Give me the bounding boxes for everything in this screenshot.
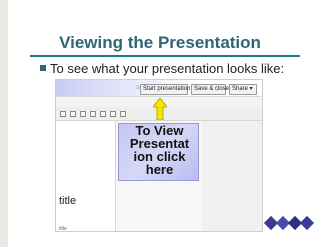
title-underline (30, 55, 300, 57)
share-button[interactable]: Share ▾ (229, 84, 257, 95)
slide-canvas[interactable]: title title (56, 121, 116, 232)
canvas-slide-subtitle: title (59, 226, 67, 232)
bullet-text: To see what your presentation looks like… (50, 60, 285, 76)
diamond-icon (299, 215, 315, 231)
toolbar-icon[interactable] (110, 111, 116, 117)
callout-line: here (145, 162, 174, 177)
up-arrow-icon (153, 98, 167, 120)
bullet-item: To see what your presentation looks like… (40, 60, 284, 76)
toolbar-icon[interactable] (60, 111, 66, 117)
toolbar-icon[interactable] (100, 111, 106, 117)
toolbar-icon[interactable] (120, 111, 126, 117)
toolbar-icon[interactable] (90, 111, 96, 117)
start-presentation-button[interactable]: Start presentation (140, 84, 190, 95)
save-close-button[interactable]: Save & close (191, 84, 229, 95)
callout-text: To View Presentat ion click here (119, 124, 200, 176)
canvas-slide-title: title (59, 195, 77, 207)
callout-box: To View Presentat ion click here (118, 123, 199, 181)
canvas-background (202, 121, 262, 231)
slide-title: Viewing the Presentation (59, 33, 261, 52)
toolbar-icon[interactable] (80, 111, 86, 117)
slide: Viewing the Presentation To see what you… (0, 0, 320, 247)
bullet-square-icon (40, 65, 46, 71)
app-header: Schmidt Start presentation Save & close … (56, 80, 262, 97)
toolbar-icon[interactable] (70, 111, 76, 117)
